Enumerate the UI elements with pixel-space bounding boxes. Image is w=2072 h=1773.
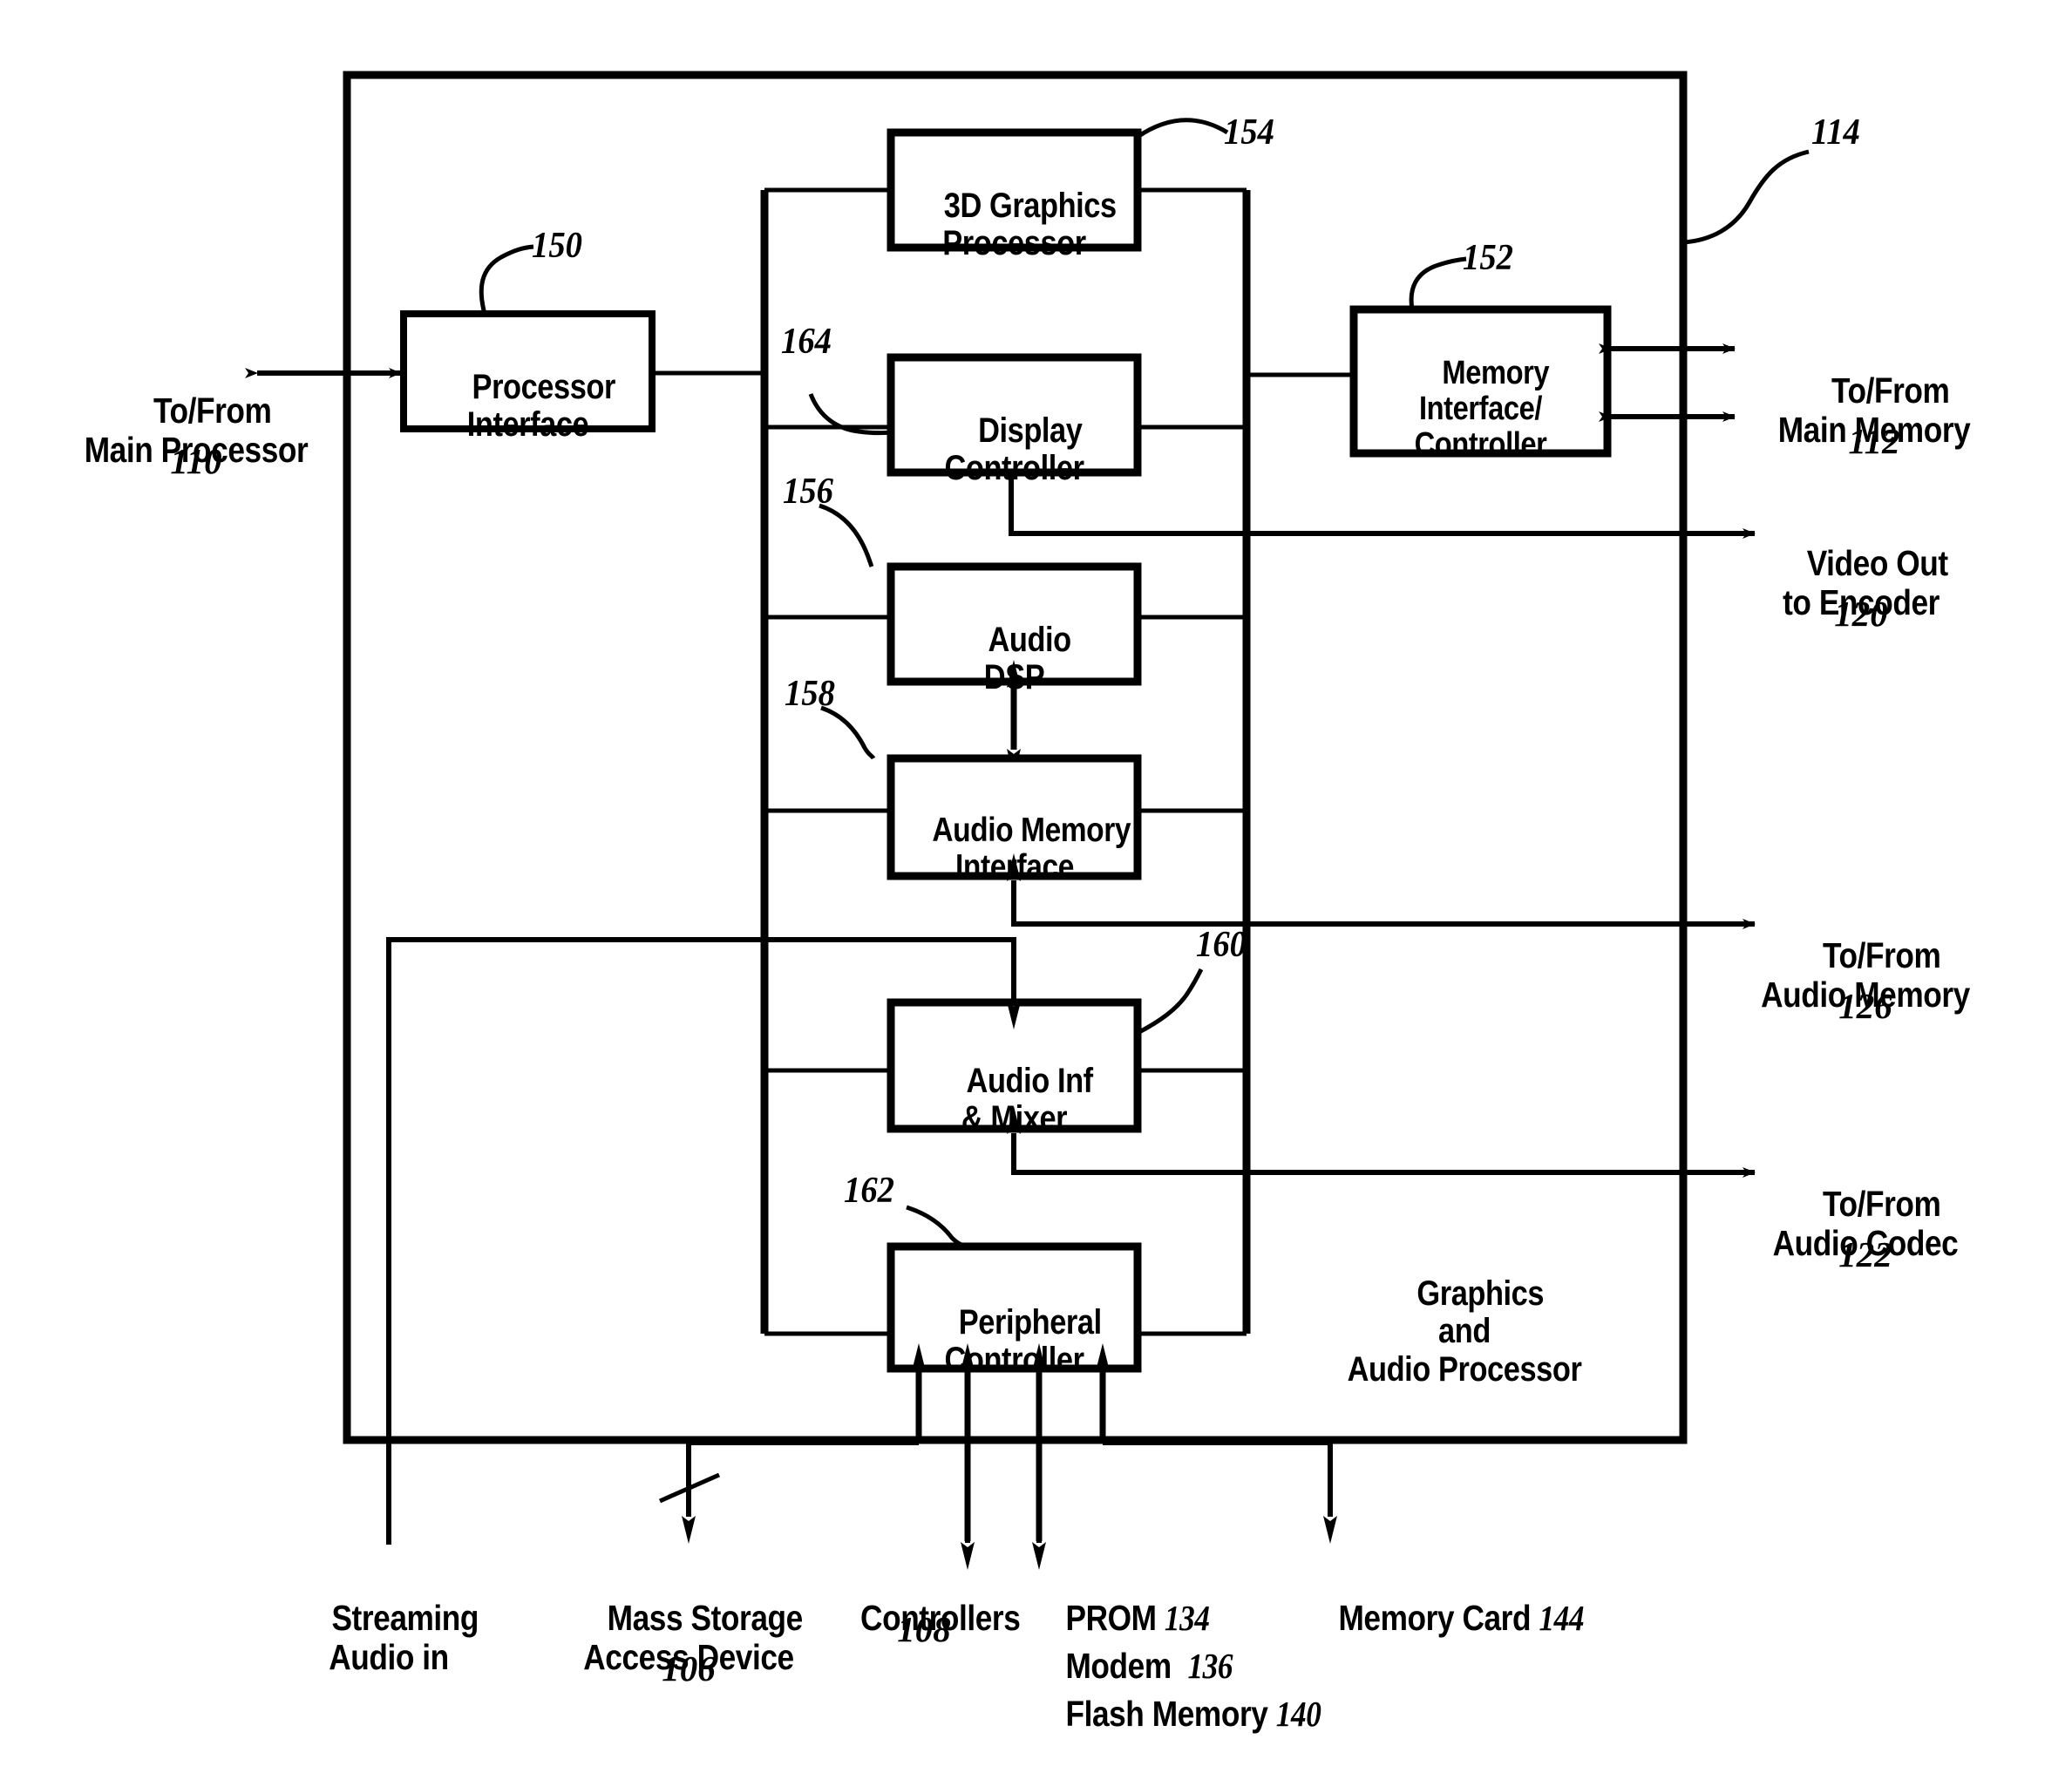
ref-150: 150: [532, 226, 582, 266]
diagram-canvas: Processor Interface 150 3D Graphics Proces…: [0, 0, 2072, 1758]
label-video-out-to-encoder: Video Out to Encoder: [1783, 543, 1948, 622]
ref-164: 164: [781, 322, 832, 362]
label-processor-interface: Processor Interface: [466, 368, 616, 445]
ref-154: 154: [1224, 112, 1274, 153]
leader-150: [479, 244, 534, 315]
ref-140: 140: [1275, 1694, 1321, 1735]
label-audio-dsp: Audio DSP: [983, 621, 1071, 697]
wire-audio-codec-ext: [1007, 1106, 1755, 1175]
ref-158: 158: [785, 674, 835, 714]
ref-160: 160: [1196, 925, 1247, 965]
label-peripheral-controller: Peripheral Controller: [944, 1303, 1102, 1380]
ref-144: 144: [1539, 1598, 1585, 1639]
wire-memory-card: [1103, 1440, 1337, 1544]
label-to-from-audio-memory: To/From Audio Memory: [1761, 935, 1970, 1015]
leader-152: [1409, 256, 1467, 310]
leader-156: [819, 503, 874, 567]
ref-110: 110: [170, 441, 222, 481]
ref-156: 156: [783, 472, 833, 512]
label-memory-interface-controller: Memory Interface/Controller: [1414, 355, 1550, 464]
leader-158: [820, 705, 876, 760]
label-to-from-main-memory: To/From Main Memory: [1777, 370, 1971, 450]
ref-114: 114: [1811, 112, 1860, 153]
label-memory-card: Memory Card 144: [1338, 1598, 1585, 1639]
label-streaming-audio-in: Streaming Audio in: [329, 1598, 479, 1677]
label-audio-memory-interface: Audio Memory Interface: [932, 812, 1131, 886]
leader-160: [1136, 968, 1204, 1036]
wire-mass-storage: [682, 1440, 919, 1544]
ref-126: 126: [1838, 986, 1892, 1026]
label-to-from-audio-codec: To/From Audio Codec: [1772, 1184, 1959, 1263]
label-3d-graphics-processor: 3D Graphics Processor: [942, 187, 1117, 263]
ref-162: 162: [844, 1171, 894, 1211]
caption-graphics-audio-processor: Graphics and Audio Processor: [1347, 1274, 1582, 1389]
label-audio-inf-mixer: Audio Inf & Mixer: [961, 1062, 1093, 1138]
leader-114: [1682, 149, 1810, 245]
label-to-from-main-processor: To/From Main Processor: [84, 391, 309, 470]
ref-120: 120: [1834, 594, 1888, 634]
leader-162: [906, 1205, 968, 1249]
leader-154: [1136, 118, 1229, 139]
ref-122: 122: [1838, 1234, 1892, 1274]
ref-112: 112: [1848, 421, 1900, 461]
label-display-controller: Display Controller: [944, 411, 1084, 488]
ref-108: 108: [897, 1609, 951, 1649]
ref-152: 152: [1463, 238, 1513, 278]
